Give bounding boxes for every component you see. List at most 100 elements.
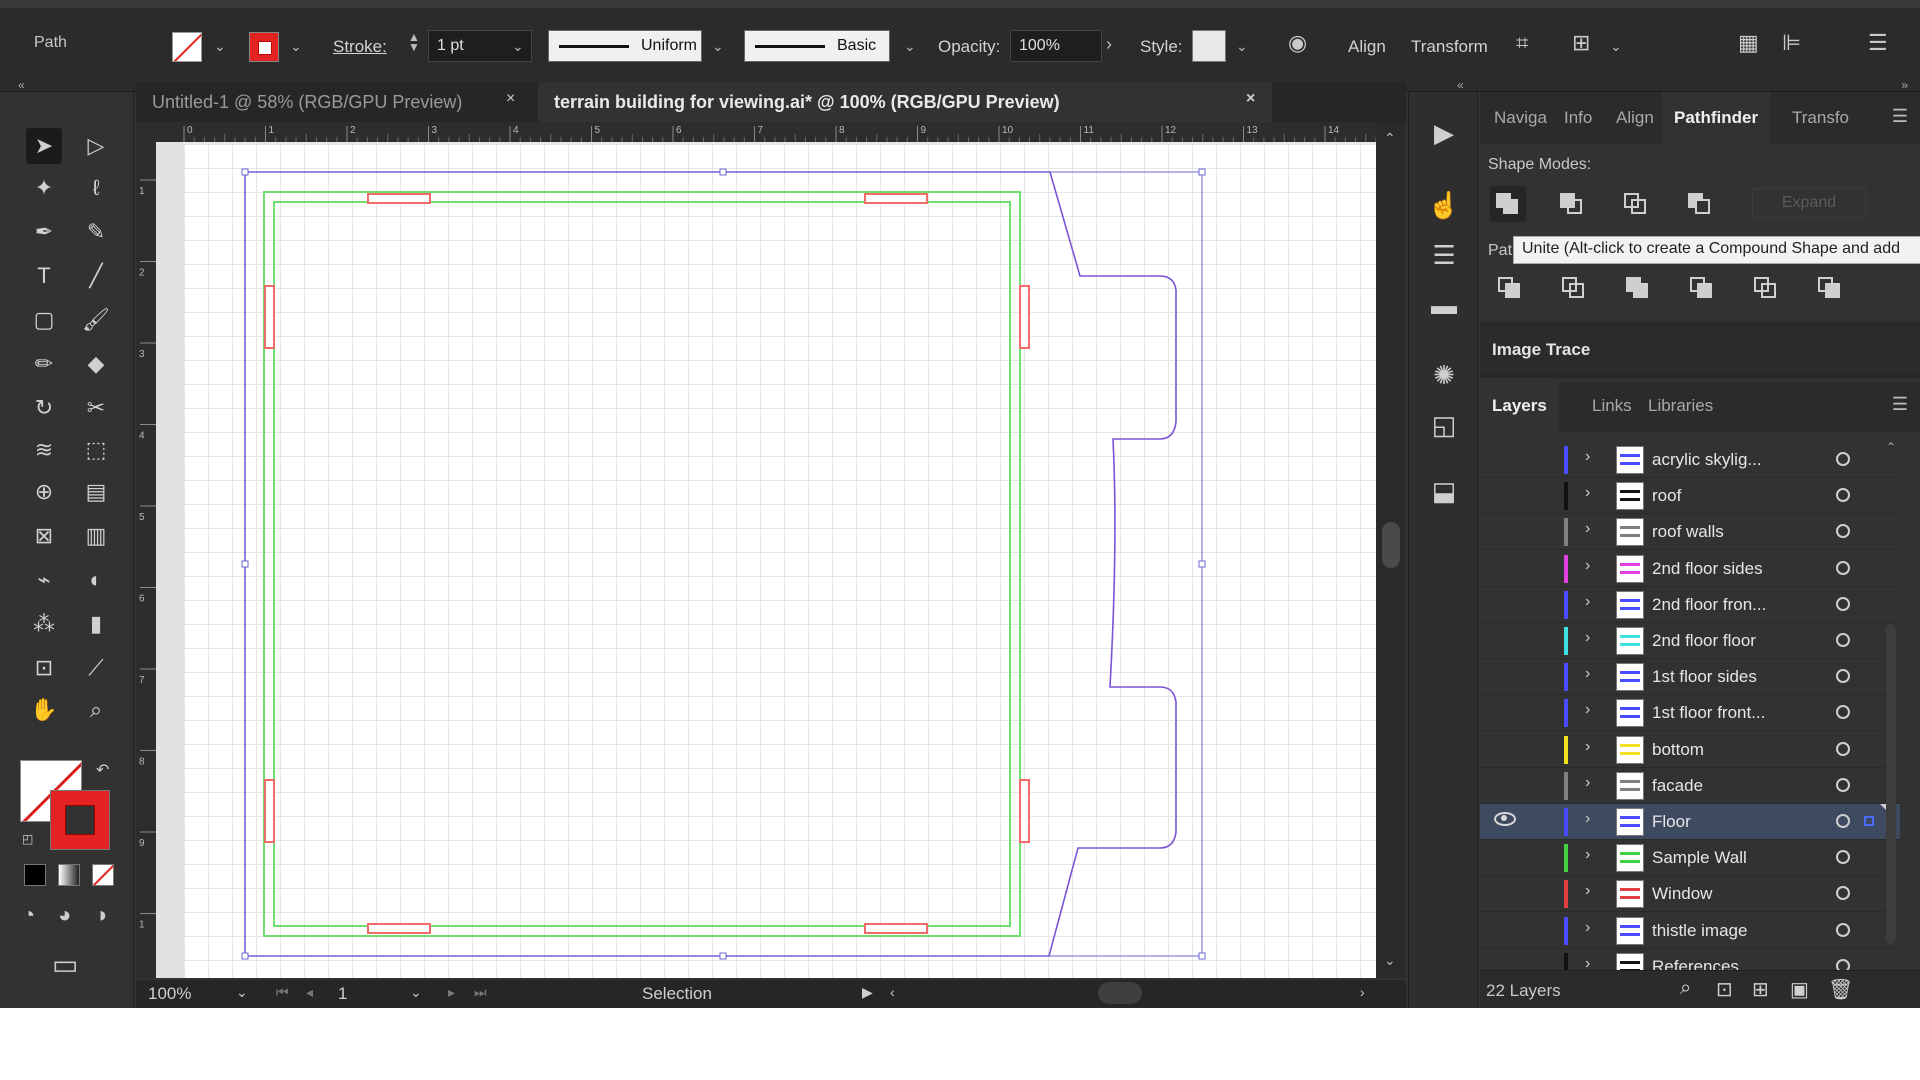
target-circle-icon[interactable] [1836, 633, 1850, 647]
visibility-toggle[interactable] [1490, 627, 1520, 655]
window-left-upper[interactable] [264, 285, 275, 349]
expand-arrow-icon[interactable]: › [1585, 846, 1590, 864]
handle-middle-right[interactable] [1198, 560, 1206, 568]
window-right-lower[interactable] [1019, 779, 1030, 843]
expand-arrow-icon[interactable]: › [1585, 448, 1590, 466]
tab-info[interactable]: Info [1564, 108, 1592, 128]
layer-name[interactable]: thistle image [1652, 921, 1747, 941]
isolate-selection-icon[interactable]: ⌗ [1516, 30, 1528, 56]
lock-toggle[interactable] [1528, 736, 1558, 764]
perspective-grid-tool-icon[interactable]: ▤ [78, 474, 114, 510]
expand-arrow-icon[interactable]: › [1585, 593, 1590, 611]
target-circle-icon[interactable] [1836, 777, 1850, 792]
expand-arrow-icon[interactable]: › [1585, 665, 1590, 683]
lock-toggle[interactable] [1528, 808, 1558, 836]
panel-menu-icon[interactable]: ☰ [1868, 30, 1888, 56]
appearance-panel-icon[interactable]: ✺ [1427, 358, 1461, 392]
variable-width-profile-dropdown[interactable]: Uniform [548, 30, 702, 62]
selection-tool-icon[interactable]: ➤ [26, 128, 62, 164]
target-circle-icon[interactable] [1836, 488, 1850, 503]
scroll-up-icon[interactable]: ⌃ [1886, 440, 1896, 454]
create-sublayer-icon[interactable]: ⊞ [1752, 977, 1769, 1002]
layer-row[interactable]: › Floor [1480, 804, 1900, 840]
fill-chevron-down-icon[interactable]: ⌄ [214, 38, 226, 55]
opacity-arrow-icon[interactable]: › [1106, 34, 1112, 55]
expand-arrow-icon[interactable]: › [1585, 882, 1590, 900]
gradient-tool-icon[interactable]: ▥ [78, 518, 114, 554]
expand-arrow-icon[interactable]: › [1585, 557, 1590, 575]
warp-tool-icon[interactable]: ≋ [26, 432, 62, 468]
minus-back-icon[interactable] [1812, 270, 1848, 306]
layer-row[interactable]: › 2nd floor fron... [1480, 587, 1900, 623]
next-artboard-icon[interactable]: ▸ [448, 984, 455, 1001]
last-artboard-icon[interactable]: ⏭ [474, 984, 487, 1001]
lock-toggle[interactable] [1528, 844, 1558, 872]
layer-name[interactable]: bottom [1652, 740, 1704, 760]
visibility-toggle[interactable] [1490, 591, 1520, 619]
visibility-toggle[interactable] [1490, 844, 1520, 872]
visibility-toggle[interactable] [1490, 555, 1520, 583]
visibility-eye-icon[interactable] [1494, 812, 1516, 826]
target-circle-icon[interactable] [1836, 886, 1850, 901]
tab-navigator[interactable]: Naviga [1494, 108, 1547, 128]
handle-bottom-left[interactable] [241, 952, 249, 960]
tab-terrain-building[interactable]: terrain building for viewing.ai* @ 100% … [538, 82, 1272, 122]
expand-button[interactable]: Expand [1752, 188, 1866, 218]
lock-toggle[interactable] [1528, 627, 1558, 655]
target-circle-icon[interactable] [1836, 669, 1850, 684]
style-chevron-down-icon[interactable]: ⌄ [1236, 38, 1248, 55]
lock-toggle[interactable] [1528, 880, 1558, 908]
close-icon[interactable]: × [1246, 90, 1255, 108]
panel-menu-icon[interactable]: ☰ [1892, 106, 1908, 127]
tab-links[interactable]: Links [1592, 396, 1632, 416]
eraser-tool-icon[interactable]: ◆ [78, 346, 114, 382]
make-clipping-mask-icon[interactable]: ⊡ [1716, 977, 1733, 1002]
trim-icon[interactable] [1556, 270, 1592, 306]
stroke-label[interactable]: Stroke: [333, 37, 387, 57]
draw-behind-icon[interactable]: ◕ [58, 902, 71, 928]
expand-arrow-icon[interactable]: › [1585, 629, 1590, 647]
layer-name[interactable]: 1st floor sides [1652, 667, 1757, 687]
vertical-scroll-thumb[interactable] [1382, 522, 1400, 568]
target-circle-icon[interactable] [1836, 596, 1850, 611]
zoom-chevron-down-icon[interactable]: ⌄ [236, 984, 248, 1001]
create-new-layer-icon[interactable]: ▣ [1790, 977, 1809, 1002]
tab-align[interactable]: Align [1616, 108, 1654, 128]
visibility-toggle[interactable] [1490, 917, 1520, 945]
graphic-style-swatch[interactable] [1192, 30, 1226, 62]
opacity-field[interactable]: 100% [1010, 30, 1102, 62]
current-tool-status[interactable]: Selection [642, 984, 712, 1004]
collapse-icon[interactable]: « [18, 78, 25, 92]
outer-wall-rect[interactable] [263, 191, 1021, 937]
column-graph-tool-icon[interactable]: ▮ [78, 606, 114, 642]
window-top-left[interactable] [367, 193, 431, 204]
visibility-toggle[interactable] [1490, 482, 1520, 510]
window-bottom-left[interactable] [367, 923, 431, 934]
artboard-tool-icon[interactable]: ⊡ [26, 650, 62, 686]
target-circle-icon[interactable] [1836, 560, 1850, 575]
collapse-icon[interactable]: « [1457, 78, 1464, 92]
layer-row[interactable]: › 2nd floor sides [1480, 551, 1900, 587]
target-circle-icon[interactable] [1836, 741, 1850, 756]
visibility-toggle[interactable] [1490, 446, 1520, 474]
layer-row[interactable]: › roof [1480, 478, 1900, 515]
envelope-distort-icon[interactable]: ⊞ [1572, 30, 1590, 56]
layers-menu-icon[interactable]: ☰ [1892, 394, 1908, 415]
stroke-panel-icon[interactable]: ☰ [1427, 238, 1461, 272]
target-circle-icon[interactable] [1836, 922, 1850, 937]
scroll-right-icon[interactable]: › [1360, 984, 1365, 1000]
target-circle-icon[interactable] [1836, 850, 1850, 865]
expand-arrow-icon[interactable]: › [1585, 520, 1590, 538]
handle-top-left[interactable] [241, 168, 249, 176]
type-tool-icon[interactable]: T [26, 258, 62, 294]
draw-normal-icon[interactable]: ◔ [22, 902, 35, 928]
artboard-chevron-down-icon[interactable]: ⌄ [410, 984, 422, 1001]
free-transform-tool-icon[interactable]: ⬚ [78, 432, 114, 468]
transform-link[interactable]: Transform [1411, 37, 1488, 57]
layer-name[interactable]: Window [1652, 884, 1712, 904]
close-icon[interactable]: × [506, 90, 515, 108]
expand-arrow-icon[interactable]: › [1585, 701, 1590, 719]
window-bottom-right[interactable] [864, 923, 928, 934]
outline-icon[interactable] [1748, 270, 1784, 306]
layer-name[interactable]: 2nd floor floor [1652, 631, 1756, 651]
